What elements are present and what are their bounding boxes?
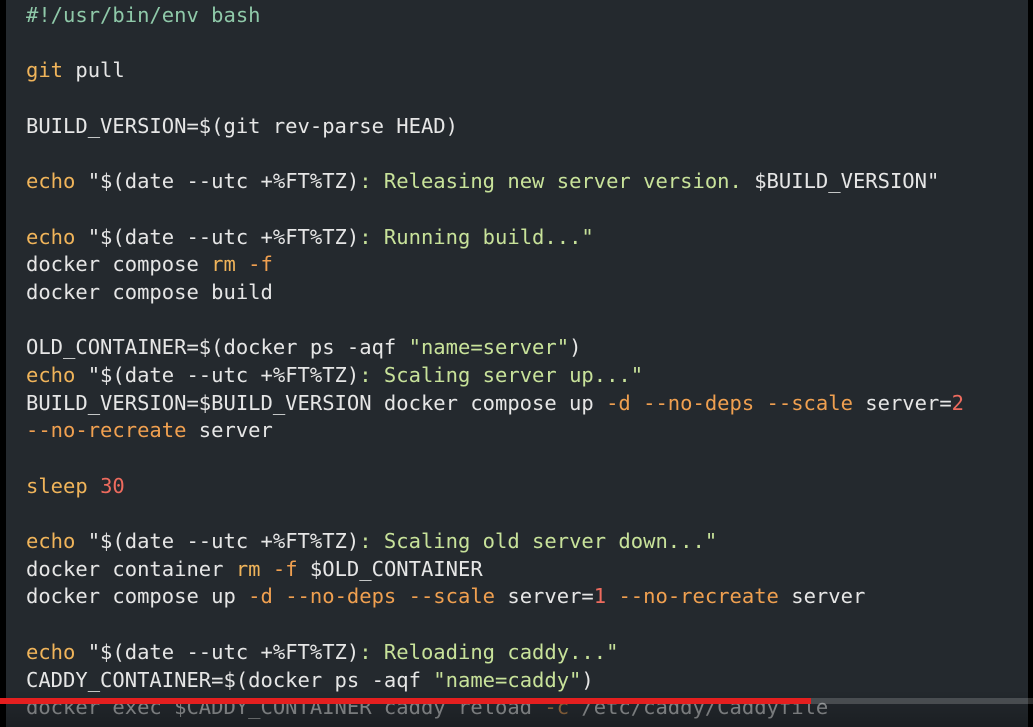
video-progress-fill	[0, 698, 811, 704]
code-token: : Scaling old server down..."	[359, 529, 718, 554]
code-token: 30	[100, 473, 125, 498]
code-token: echo	[26, 529, 76, 554]
code-token: echo	[26, 224, 76, 249]
code-line: CADDY_CONTAINER=$(docker ps -aqf "name=c…	[26, 667, 964, 695]
code-token: OLD_CONTAINER=$(docker ps -aqf	[26, 335, 409, 360]
code-token: : Reloading caddy..."	[359, 639, 619, 664]
code-token: --no-recreate	[26, 418, 187, 443]
code-token: "name=server"	[408, 335, 570, 360]
code-token: server=	[852, 390, 952, 415]
code-token: "$(date --utc +%FT%TZ)	[75, 639, 360, 664]
code-token: sleep	[26, 473, 88, 498]
code-line: docker compose build	[26, 279, 964, 307]
code-line: echo "$(date --utc +%FT%TZ): Scaling ser…	[26, 362, 964, 390]
video-frame[interactable]: #!/usr/bin/env bash git pull BUILD_VERSI…	[0, 0, 1033, 727]
code-token: "name=caddy"	[433, 667, 582, 692]
code-token: )	[581, 667, 594, 692]
code-token: --no-recreate	[618, 584, 779, 609]
code-token: echo	[26, 639, 76, 664]
code-token: CADDY_CONTAINER=$(docker ps -aqf	[26, 667, 434, 692]
code-token: "$(date --utc +%FT%TZ)	[75, 224, 360, 249]
code-token: $OLD_CONTAINER	[297, 556, 483, 581]
code-token: "$(date --utc +%FT%TZ)	[75, 362, 360, 387]
code-token: #!/usr/bin/env bash	[26, 3, 261, 27]
code-token: git	[26, 58, 64, 83]
code-line: echo "$(date --utc +%FT%TZ): Running bui…	[26, 224, 964, 252]
code-line: docker container rm -f $OLD_CONTAINER	[26, 556, 964, 584]
code-editor: #!/usr/bin/env bash git pull BUILD_VERSI…	[6, 0, 1028, 727]
code-line: --no-recreate server	[26, 417, 964, 445]
code-token: : Scaling server up..."	[359, 362, 644, 387]
code-token: server	[186, 418, 273, 443]
code-token: -d --no-deps --scale	[248, 584, 496, 609]
code-token: rm	[235, 556, 261, 581]
code-token: -f	[272, 556, 298, 581]
code-line: git pull	[26, 57, 964, 85]
code-line: echo "$(date --utc +%FT%TZ): Reloading c…	[26, 639, 964, 667]
code-line: echo "$(date --utc +%FT%TZ): Scaling old…	[26, 528, 964, 556]
code-token: docker compose	[26, 252, 212, 277]
code-line: BUILD_VERSION=$BUILD_VERSION docker comp…	[26, 390, 964, 418]
code-token: docker compose build	[26, 279, 273, 304]
code-token: BUILD_VERSION=$BUILD_VERSION docker comp…	[26, 390, 607, 415]
code-token: pull	[63, 58, 125, 83]
code-token: echo	[26, 169, 76, 194]
code-line: sleep 30	[26, 473, 964, 501]
code-token: : Releasing new server version.	[359, 169, 755, 194]
video-progress-bar[interactable]	[0, 698, 1033, 704]
code-token: 1	[593, 584, 607, 609]
code-token: : Running build..."	[359, 224, 594, 249]
code-token: rm	[211, 252, 236, 277]
code-token: docker compose up	[26, 584, 249, 609]
code-token: )	[569, 335, 582, 360]
code-token: docker container	[26, 556, 236, 581]
code-line: OLD_CONTAINER=$(docker ps -aqf "name=ser…	[26, 334, 964, 362]
code-token: 2	[951, 390, 965, 415]
code-line: docker compose rm -f	[26, 251, 964, 279]
code-token: BUILD_VERSION=$(git rev-parse HEAD)	[26, 113, 458, 138]
code-token: $BUILD_VERSION"	[754, 169, 940, 194]
code-token: "$(date --utc +%FT%TZ)	[75, 529, 360, 554]
code-token: echo	[26, 362, 76, 387]
code-token: server	[778, 584, 866, 609]
code-token: -d --no-deps --scale	[606, 390, 853, 415]
code-token: -f	[248, 252, 273, 277]
code-line: BUILD_VERSION=$(git rev-parse HEAD)	[26, 113, 964, 141]
code-line: docker compose up -d --no-deps --scale s…	[26, 583, 964, 611]
code-token: server=	[495, 584, 594, 609]
code-token: "$(date --utc +%FT%TZ)	[75, 169, 360, 194]
code-line: echo "$(date --utc +%FT%TZ): Releasing n…	[26, 168, 964, 196]
code-line: #!/usr/bin/env bash	[26, 2, 964, 30]
bash-script: #!/usr/bin/env bash git pull BUILD_VERSI…	[26, 2, 964, 722]
